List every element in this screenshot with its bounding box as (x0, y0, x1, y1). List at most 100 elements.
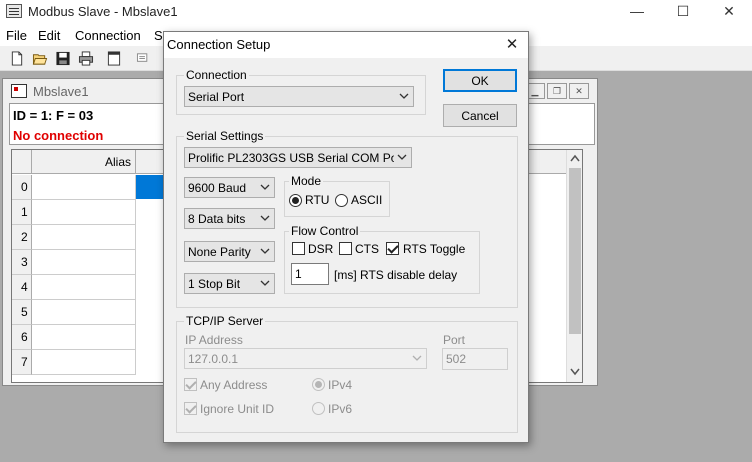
connection-type-value: Serial Port (188, 90, 245, 104)
grid-corner (12, 150, 32, 174)
rts-delay-value: 1 (295, 267, 302, 281)
chevron-down-icon (397, 154, 407, 160)
new-file-icon[interactable] (9, 51, 25, 66)
cts-checkbox[interactable] (339, 242, 352, 255)
stop-bits-select[interactable]: 1 Stop Bit (184, 273, 275, 294)
alias-cell[interactable] (32, 225, 136, 250)
alias-cell[interactable] (32, 275, 136, 300)
ignore-unit-id-label: Ignore Unit ID (200, 402, 275, 416)
alias-cell[interactable] (32, 200, 136, 225)
scroll-down-icon[interactable] (570, 368, 580, 376)
row-number[interactable]: 2 (12, 225, 32, 250)
print-icon[interactable] (78, 51, 94, 66)
data-bits-select[interactable]: 8 Data bits (184, 208, 275, 229)
grid-scrollbar[interactable] (566, 150, 582, 382)
child-close-button[interactable]: ✕ (569, 83, 589, 99)
alias-cell[interactable] (32, 325, 136, 350)
any-address-checkbox[interactable] (184, 378, 197, 391)
cts-label: CTS (355, 242, 379, 256)
app-title: Modbus Slave - Mbslave1 (28, 4, 178, 19)
window-icon[interactable] (106, 51, 122, 66)
alias-cell[interactable] (32, 350, 136, 375)
alias-cell[interactable] (32, 300, 136, 325)
stop-bits-value: 1 Stop Bit (188, 277, 241, 291)
connection-group-label: Connection (184, 68, 249, 82)
ipv6-label: IPv6 (328, 402, 353, 416)
alias-cell[interactable] (32, 250, 136, 275)
row-number[interactable]: 6 (12, 325, 32, 350)
app-icon (6, 4, 22, 18)
cancel-button[interactable]: Cancel (443, 104, 517, 127)
parity-select[interactable]: None Parity (184, 241, 275, 262)
scroll-thumb[interactable] (569, 168, 581, 334)
row-number[interactable]: 1 (12, 200, 32, 225)
row-number[interactable]: 7 (12, 350, 32, 375)
data-bits-value: 8 Data bits (188, 212, 246, 226)
baud-rate-value: 9600 Baud (188, 181, 247, 195)
alias-column-header[interactable]: Alias (32, 150, 136, 174)
ipv6-radio[interactable] (312, 402, 325, 415)
rts-toggle-label: RTS Toggle (403, 242, 466, 256)
alias-header-label: Alias (104, 155, 131, 169)
save-icon[interactable] (55, 51, 71, 66)
ignore-unit-id-checkbox[interactable] (184, 402, 197, 415)
chevron-down-icon (260, 248, 270, 254)
rts-delay-label: [ms] RTS disable delay (334, 268, 458, 282)
dsr-checkbox[interactable] (292, 242, 305, 255)
chevron-down-icon (399, 93, 409, 99)
mode-ascii-label: ASCII (351, 193, 383, 207)
menu-setup[interactable]: S (154, 28, 163, 43)
slave-id-function: ID = 1: F = 03 (13, 108, 94, 123)
port-label: Port (443, 333, 466, 347)
ok-button[interactable]: OK (443, 69, 517, 92)
open-folder-icon[interactable] (32, 51, 48, 66)
slave-window-title: Mbslave1 (33, 84, 89, 99)
baud-rate-select[interactable]: 9600 Baud (184, 177, 275, 198)
serial-settings-label: Serial Settings (184, 129, 266, 143)
rts-delay-input[interactable]: 1 (291, 263, 329, 285)
any-address-label: Any Address (200, 378, 268, 392)
dialog-close-button[interactable]: ✕ (496, 32, 528, 58)
serial-port-select[interactable]: Prolific PL2303GS USB Serial COM Port (C… (184, 147, 412, 168)
row-number[interactable]: 0 (12, 175, 32, 200)
close-button[interactable]: ✕ (706, 0, 752, 24)
port-value: 502 (446, 352, 467, 366)
scroll-up-icon[interactable] (570, 154, 580, 162)
ipv4-radio[interactable] (312, 378, 325, 391)
app-title-bar: Modbus Slave - Mbslave1 — ☐ ✕ (0, 0, 752, 24)
connect-icon[interactable] (136, 51, 152, 66)
mode-rtu-label: RTU (305, 193, 330, 207)
mode-rtu-radio[interactable] (289, 194, 302, 207)
minimize-button[interactable]: — (614, 0, 660, 24)
mode-ascii-radio[interactable] (335, 194, 348, 207)
ip-address-label: IP Address (185, 333, 243, 347)
flow-control-label: Flow Control (289, 224, 361, 238)
connection-setup-dialog: Connection Setup ✕ Connection Serial Por… (163, 31, 529, 443)
chevron-down-icon (260, 280, 270, 286)
chevron-down-icon (260, 184, 270, 190)
menu-edit[interactable]: Edit (38, 28, 60, 43)
rts-toggle-checkbox[interactable] (386, 242, 399, 255)
row-number[interactable]: 3 (12, 250, 32, 275)
chevron-down-icon (412, 355, 422, 361)
maximize-button[interactable]: ☐ (660, 0, 706, 24)
ip-address-select[interactable]: 127.0.0.1 (184, 348, 427, 369)
dialog-title: Connection Setup (167, 37, 271, 52)
port-input[interactable]: 502 (442, 348, 508, 370)
slave-window-icon (11, 84, 27, 98)
connection-type-select[interactable]: Serial Port (184, 86, 414, 107)
serial-port-value: Prolific PL2303GS USB Serial COM Port (C… (188, 151, 394, 165)
parity-value: None Parity (188, 245, 251, 259)
child-restore-button[interactable]: ❐ (547, 83, 567, 99)
connection-status: No connection (13, 128, 104, 143)
row-number[interactable]: 5 (12, 300, 32, 325)
ipv4-label: IPv4 (328, 378, 353, 392)
mode-label: Mode (289, 174, 324, 188)
row-number[interactable]: 4 (12, 275, 32, 300)
tcp-ip-server-label: TCP/IP Server (184, 314, 266, 328)
menu-connection[interactable]: Connection (75, 28, 141, 43)
selected-cell[interactable] (136, 175, 166, 199)
menu-file[interactable]: File (6, 28, 27, 43)
alias-cell[interactable] (32, 175, 136, 200)
dialog-title-bar: Connection Setup ✕ (164, 32, 528, 58)
